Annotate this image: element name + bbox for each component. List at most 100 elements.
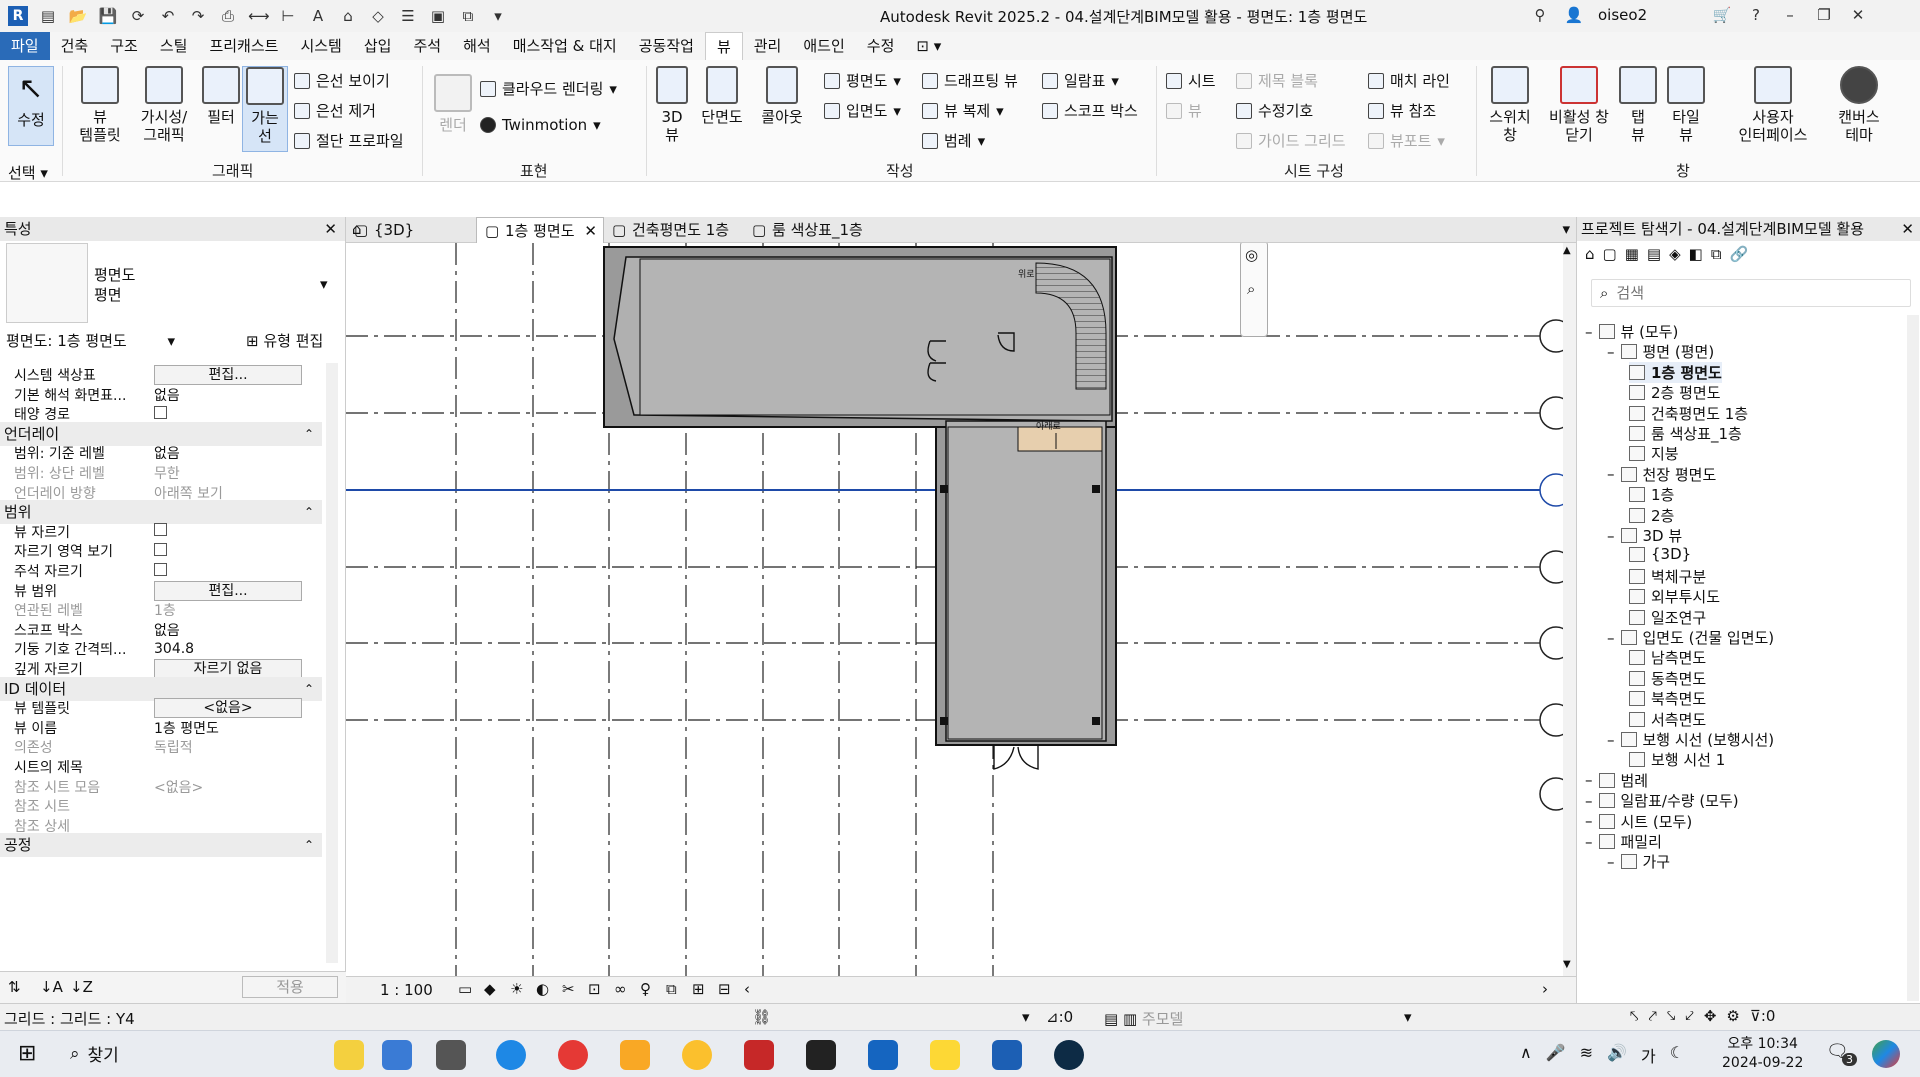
temp-hide-icon[interactable]: ∞ (614, 980, 627, 998)
browser-node[interactable]: – 패밀리 (1585, 831, 1662, 852)
select-links-icon[interactable]: ⤣ (1630, 1007, 1638, 1025)
browser-group-icon[interactable]: ⧉ (1711, 245, 1722, 263)
expand-toggle-icon[interactable]: – (1607, 465, 1615, 483)
close-hidden-icon[interactable]: ▣ (428, 6, 448, 26)
show-hidden-lines-button[interactable]: 은선 보이기 (294, 70, 390, 91)
reveal-constraints-icon[interactable]: ⊟ (718, 980, 731, 998)
expand-toggle-icon[interactable]: – (1585, 792, 1593, 810)
expand-toggle-icon[interactable]: – (1607, 527, 1615, 545)
copilot-icon[interactable] (1872, 1040, 1900, 1068)
view-tab-0[interactable]: ▢ {3D} (346, 217, 466, 243)
browser-node[interactable]: 룸 색상표_1층 (1629, 423, 1742, 444)
open-icon[interactable]: 📂 (68, 6, 88, 26)
browser-node[interactable]: – 입면도 (건물 입면도) (1607, 627, 1774, 648)
browser-node[interactable]: 1층 (1629, 484, 1674, 505)
switch-windows-button[interactable]: 스위치 창 (1482, 66, 1538, 144)
twinmotion-button[interactable]: Twinmotion ▾ (480, 116, 601, 134)
filters-button[interactable]: 필터 (198, 66, 244, 126)
task-view-icon[interactable] (436, 1040, 466, 1070)
cut-profile-button[interactable]: 절단 프로파일 (294, 130, 404, 151)
browser-node[interactable]: 북측면도 (1629, 688, 1706, 709)
instance-selector[interactable]: 평면도: 1층 평면도 ▾ (6, 330, 175, 351)
sort-desc-icon[interactable]: ↓Z (70, 978, 93, 996)
league-icon[interactable] (1054, 1040, 1084, 1070)
select-pinned-icon[interactable]: ⤥ (1667, 1007, 1675, 1025)
scope-box-button[interactable]: 스코프 박스 (1042, 100, 1138, 121)
collapse-icon[interactable]: ⌃ (304, 833, 314, 857)
browser-node[interactable]: 보행 시선 1 (1629, 749, 1725, 770)
matchline-button[interactable]: 매치 라인 (1368, 70, 1450, 91)
browser-node[interactable]: 2층 평면도 (1629, 382, 1721, 403)
3d-view-button[interactable]: 3D 뷰 (652, 66, 692, 144)
menu-tab-10[interactable]: 공동작업 (628, 32, 705, 60)
thin-lines-icon[interactable]: ☰ (398, 6, 418, 26)
shadows-icon[interactable]: ◐ (536, 980, 549, 998)
measure-icon[interactable]: ⟷ (248, 6, 270, 26)
menu-tab-7[interactable]: 주석 (402, 32, 452, 60)
autocad-icon[interactable] (744, 1040, 774, 1070)
expand-toggle-icon[interactable]: – (1607, 629, 1615, 647)
menu-tab-12[interactable]: 관리 (743, 32, 793, 60)
editing-requests-dropdown[interactable]: ▾ (1022, 1008, 1030, 1026)
properties-scrollbar[interactable] (326, 363, 338, 963)
scroll-down-icon[interactable]: ▼ (1563, 959, 1571, 970)
browser-node[interactable]: – 평면 (평면) (1607, 341, 1714, 362)
menu-tab-1[interactable]: 건축 (50, 32, 100, 60)
tile-views-button[interactable]: 타일 뷰 (1662, 66, 1710, 144)
type-selector[interactable]: 평면도 평면 (94, 265, 135, 305)
home-icon[interactable]: ▤ (38, 6, 58, 26)
expand-toggle-icon[interactable]: – (1585, 833, 1593, 851)
cart-icon[interactable]: 🛒 (1712, 5, 1732, 25)
view-tab-3[interactable]: ▢ 룸 색상표_1층 (744, 217, 904, 243)
drafting-view-button[interactable]: 드래프팅 뷰 (922, 70, 1018, 91)
sun-path-icon[interactable]: ☀ (510, 980, 523, 998)
sticky-notes-icon[interactable] (930, 1040, 960, 1070)
canvas-vertical-scrollbar[interactable]: ▲ ▼ (1563, 243, 1576, 976)
modify-button[interactable]: ↖ 수정 (8, 66, 54, 146)
property-section[interactable]: 공정 ⌃ (0, 833, 322, 858)
tabs-menu-icon[interactable]: ▾ (1562, 220, 1570, 238)
dimension-icon[interactable]: ⊢ (278, 6, 298, 26)
property-checkbox[interactable] (154, 523, 167, 537)
duplicate-view-button[interactable]: 뷰 복제 ▾ (922, 100, 1004, 121)
browser-node[interactable]: – 범례 (1585, 770, 1648, 791)
browser-node[interactable]: – 뷰 (모두) (1585, 321, 1678, 342)
browser-link-icon[interactable]: 🔗 (1730, 245, 1749, 263)
thin-lines-button[interactable]: 가는 선 (242, 66, 288, 152)
section-button[interactable]: 단면도 (696, 66, 748, 126)
drag-elements-icon[interactable]: ✥ (1704, 1007, 1717, 1025)
browser-scrollbar[interactable] (1907, 315, 1919, 1001)
menu-tab-4[interactable]: 프리캐스트 (198, 32, 289, 60)
hancom-icon[interactable] (382, 1040, 412, 1070)
expand-toggle-icon[interactable]: – (1585, 812, 1593, 830)
view-tab-2[interactable]: ▢ 건축평면도 1층 (604, 217, 744, 243)
remove-hidden-lines-button[interactable]: 은선 제거 (294, 100, 376, 121)
sketchup-icon[interactable] (868, 1040, 898, 1070)
type-dropdown-icon[interactable]: ▾ (320, 275, 328, 293)
restore-icon[interactable]: ❐ (1814, 5, 1834, 25)
3d-view-icon[interactable]: ⌂ (338, 6, 358, 26)
visibility-graphics-button[interactable]: 가시성/ 그래픽 (132, 66, 196, 144)
view-tab-1[interactable]: ▢ 1층 평면도 ✕ (476, 217, 604, 243)
title-block-button[interactable]: 제목 블록 (1236, 70, 1318, 91)
apply-button[interactable]: 적용 (242, 976, 338, 998)
crop-view-icon[interactable]: ✂ (562, 980, 575, 998)
browser-node[interactable]: {3D} (1629, 545, 1691, 563)
browser-node[interactable]: 지붕 (1629, 443, 1679, 464)
ime-indicator[interactable]: 가 (1641, 1043, 1656, 1067)
undo-icon[interactable]: ↶ (158, 6, 178, 26)
select-dropdown[interactable]: 선택 ▾ (8, 162, 48, 183)
scroll-up-icon[interactable]: ▲ (1563, 245, 1571, 256)
browser-close-icon[interactable]: ✕ (1901, 217, 1914, 241)
expand-toggle-icon[interactable]: – (1585, 771, 1593, 789)
close-tab-icon[interactable]: ✕ (584, 218, 597, 244)
place-view-button[interactable]: 뷰 (1166, 100, 1202, 121)
mic-icon[interactable]: 🎤 (1546, 1043, 1566, 1067)
browser-search[interactable]: ⌕ (1591, 279, 1911, 307)
render-button[interactable]: 렌더 (430, 74, 476, 134)
browser-node[interactable]: 일조연구 (1629, 607, 1706, 628)
browser-node[interactable]: 서측면도 (1629, 709, 1706, 730)
navigation-bar[interactable]: ◎ ⌕ (1240, 243, 1268, 337)
select-by-face-icon[interactable]: ⤦ (1685, 1007, 1693, 1025)
user-name[interactable]: oiseo2 (1598, 6, 1698, 24)
